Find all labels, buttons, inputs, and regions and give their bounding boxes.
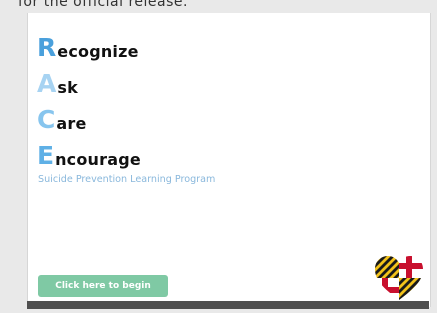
race-acronym-list: R ecognize A sk C are E ncourage: [37, 25, 141, 169]
race-item-encourage: E ncourage: [37, 133, 141, 169]
race-word-encourage: ncourage: [55, 150, 141, 169]
race-item-ask: A sk: [37, 61, 141, 97]
race-item-care: C are: [37, 97, 141, 133]
maryland-flag-heart-icon: [375, 256, 423, 300]
race-letter-c: C: [37, 105, 56, 134]
top-caption: for the official release.: [18, 0, 188, 10]
race-word-recognize: ecognize: [57, 42, 139, 61]
race-word-ask: sk: [57, 78, 78, 97]
race-letter-a: A: [37, 69, 57, 98]
race-letter-r: R: [37, 33, 57, 62]
slide-bottom-bar: [27, 301, 429, 309]
begin-button[interactable]: Click here to begin: [38, 275, 168, 297]
race-word-care: are: [56, 114, 87, 133]
program-subtitle: Suicide Prevention Learning Program: [38, 174, 216, 185]
race-item-recognize: R ecognize: [37, 25, 141, 61]
race-letter-e: E: [37, 141, 55, 170]
course-title-slide: R ecognize A sk C are E ncourage Suicide…: [27, 13, 431, 307]
